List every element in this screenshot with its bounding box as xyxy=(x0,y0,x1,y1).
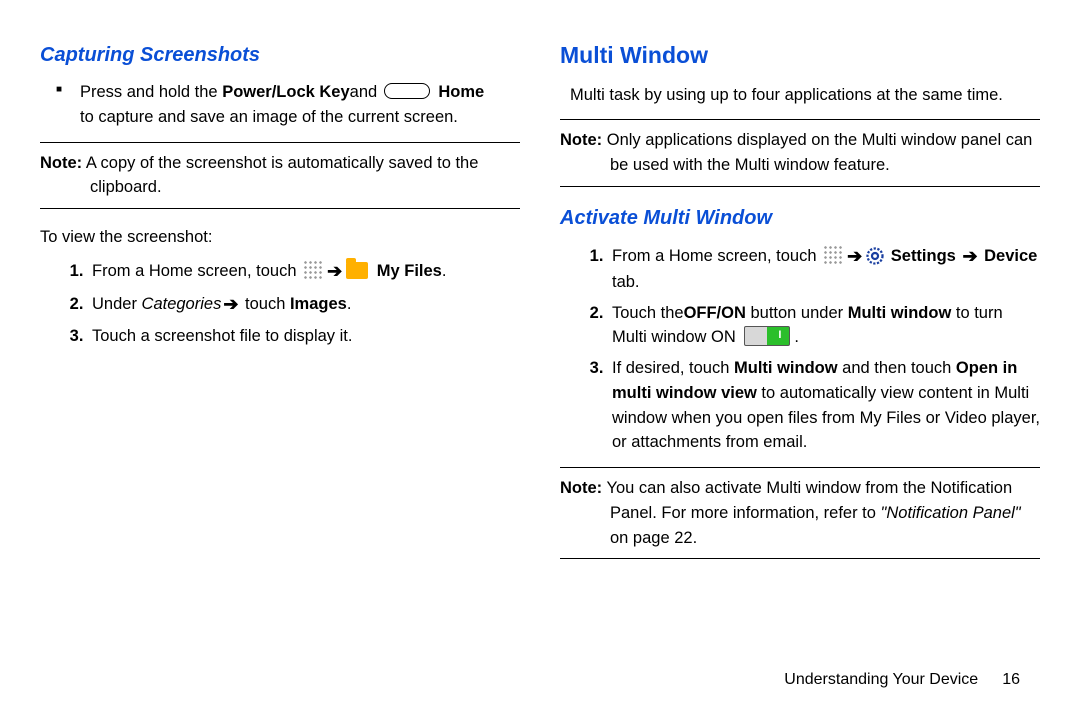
apps-icon xyxy=(303,260,323,280)
bullet-capture: Press and hold the Power/Lock Keyand Hom… xyxy=(80,80,520,130)
steps-right: From a Home screen, touch ➔ Settings ➔ D… xyxy=(560,243,1040,455)
folder-icon xyxy=(346,262,368,279)
toggle-on-icon xyxy=(744,326,790,346)
multi-window-intro: Multi task by using up to four applicati… xyxy=(560,83,1040,108)
gear-icon xyxy=(866,247,884,265)
steps-left: From a Home screen, touch ➔ My Files. Un… xyxy=(40,258,520,349)
list-item: From a Home screen, touch ➔ Settings ➔ D… xyxy=(608,243,1040,295)
heading-activate-multi-window: Activate Multi Window xyxy=(560,203,1040,233)
note-clipboard: Note: A copy of the screenshot is automa… xyxy=(40,142,520,210)
list-item: Touch a screenshot file to display it. xyxy=(88,324,520,349)
note-notification-panel: Note: You can also activate Multi window… xyxy=(560,467,1040,559)
arrow-icon: ➔ xyxy=(325,261,344,281)
home-key-icon xyxy=(384,83,430,99)
arrow-icon: ➔ xyxy=(221,294,240,314)
left-column: Capturing Screenshots Press and hold the… xyxy=(40,30,520,575)
arrow-icon: ➔ xyxy=(845,246,864,266)
heading-capturing-screenshots: Capturing Screenshots xyxy=(40,40,520,70)
list-item: Under Categories➔ touch Images. xyxy=(88,291,520,318)
page-number: 16 xyxy=(1002,671,1020,688)
list-item: If desired, touch Multi window and then … xyxy=(608,356,1040,455)
view-intro: To view the screenshot: xyxy=(40,225,520,250)
bullet-list: Press and hold the Power/Lock Keyand Hom… xyxy=(40,80,520,130)
footer-section: Understanding Your Device xyxy=(784,671,978,688)
note-multi-window-apps: Note: Only applications displayed on the… xyxy=(560,119,1040,187)
list-item: From a Home screen, touch ➔ My Files. xyxy=(88,258,520,285)
page-footer: Understanding Your Device 16 xyxy=(784,668,1020,692)
heading-multi-window: Multi Window xyxy=(560,38,1040,73)
right-column: Multi Window Multi task by using up to f… xyxy=(560,30,1040,575)
apps-icon xyxy=(823,245,843,265)
list-item: Touch theOFF/ON button under Multi windo… xyxy=(608,301,1040,351)
arrow-icon: ➔ xyxy=(960,246,979,266)
